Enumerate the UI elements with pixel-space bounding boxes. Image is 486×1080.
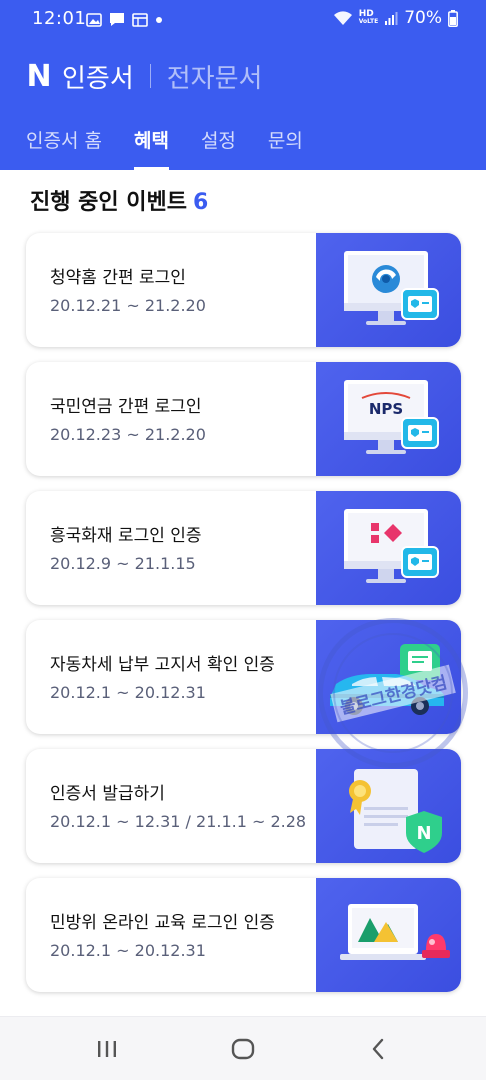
- tab-inquiry[interactable]: 문의: [268, 126, 303, 170]
- event-thumbnail: [316, 233, 461, 347]
- events-content: 진행 중인 이벤트 6 청약홈 간편 로그인 20.12.21 ~ 21.2.20: [0, 170, 486, 1026]
- app-title[interactable]: 인증서: [62, 58, 134, 95]
- naver-n-glyph: N: [416, 823, 431, 844]
- image-notification-icon: [86, 12, 102, 27]
- app-header: N 인증서 전자문서 인증서 홈 혜택 설정 문의: [0, 38, 486, 170]
- car-tax-icon: [330, 644, 444, 715]
- title-divider: [149, 64, 151, 88]
- event-thumbnail: N: [316, 749, 461, 863]
- volte-label: VoLTE: [358, 18, 379, 25]
- monitor-heungkuk-icon: [344, 509, 439, 583]
- back-icon[interactable]: [370, 1038, 386, 1060]
- event-card-text: 흥국화재 로그인 인증 20.12.9 ~ 21.1.15: [50, 521, 312, 573]
- system-icons: HD VoLTE 70%: [333, 8, 458, 28]
- nps-text: NPS: [369, 400, 403, 418]
- tab-bar: 인증서 홈 혜택 설정 문의: [26, 126, 335, 170]
- event-card[interactable]: 청약홈 간편 로그인 20.12.21 ~ 21.2.20: [26, 233, 461, 347]
- signal-icon: [385, 12, 398, 25]
- tab-settings[interactable]: 설정: [201, 126, 236, 170]
- event-card-text: 국민연금 간편 로그인 20.12.23 ~ 21.2.20: [50, 392, 312, 444]
- message-notification-icon: [110, 13, 124, 26]
- event-title: 국민연금 간편 로그인: [50, 397, 202, 417]
- event-thumbnail: [316, 878, 461, 992]
- event-thumbnail: [316, 620, 461, 734]
- event-title: 인증서 발급하기: [50, 784, 165, 804]
- home-icon[interactable]: [231, 1038, 255, 1060]
- monitor-nps-icon: NPS: [344, 380, 439, 454]
- event-title: 민방위 온라인 교육 로그인 인증: [50, 913, 275, 933]
- event-thumbnail: NPS: [316, 362, 461, 476]
- event-thumbnail: [316, 491, 461, 605]
- event-card-text: 인증서 발급하기 20.12.1 ~ 12.31 / 21.1.1 ~ 2.28: [50, 779, 312, 831]
- system-navigation-bar: [0, 1016, 486, 1080]
- event-date: 20.12.1 ~ 20.12.31: [50, 941, 206, 960]
- battery-percent: 70%: [404, 8, 442, 28]
- events-heading-label: 진행 중인 이벤트: [30, 190, 187, 215]
- event-card[interactable]: 인증서 발급하기 20.12.1 ~ 12.31 / 21.1.1 ~ 2.28…: [26, 749, 461, 863]
- event-card-text: 자동차세 납부 고지서 확인 인증 20.12.1 ~ 20.12.31: [50, 650, 312, 702]
- naver-logo[interactable]: N: [24, 59, 54, 94]
- notification-icons: [86, 12, 163, 27]
- wifi-icon: [333, 11, 352, 25]
- recents-icon[interactable]: [96, 1039, 118, 1059]
- e-document-link[interactable]: 전자문서: [167, 58, 263, 95]
- event-date: 20.12.23 ~ 21.2.20: [50, 425, 206, 444]
- events-heading: 진행 중인 이벤트 6: [30, 184, 208, 216]
- events-count: 6: [193, 190, 209, 215]
- monitor-cheongyak-icon: [344, 251, 439, 325]
- certificate-issue-icon: N: [349, 769, 442, 853]
- calendar-notification-icon: [132, 12, 148, 27]
- event-card[interactable]: 민방위 온라인 교육 로그인 인증 20.12.1 ~ 20.12.31: [26, 878, 461, 992]
- battery-icon: [448, 9, 458, 27]
- event-date: 20.12.21 ~ 21.2.20: [50, 296, 206, 315]
- brand-row: N 인증서 전자문서: [24, 56, 262, 96]
- event-card[interactable]: 흥국화재 로그인 인증 20.12.9 ~ 21.1.15: [26, 491, 461, 605]
- event-card-text: 민방위 온라인 교육 로그인 인증 20.12.1 ~ 20.12.31: [50, 908, 312, 960]
- hd-label: HD: [358, 9, 374, 19]
- tab-benefits[interactable]: 혜택: [133, 126, 169, 170]
- event-date: 20.12.1 ~ 20.12.31: [50, 683, 206, 702]
- civil-defense-icon: [340, 904, 450, 960]
- event-card[interactable]: 국민연금 간편 로그인 20.12.23 ~ 21.2.20 NPS: [26, 362, 461, 476]
- event-title: 자동차세 납부 고지서 확인 인증: [50, 655, 275, 675]
- event-card[interactable]: 자동차세 납부 고지서 확인 인증 20.12.1 ~ 20.12.31: [26, 620, 461, 734]
- event-date: 20.12.1 ~ 12.31 / 21.1.1 ~ 2.28: [50, 812, 307, 831]
- more-notifications-icon: [156, 16, 162, 23]
- status-bar: 12:01 HD VoLTE 70%: [0, 0, 486, 38]
- tab-certificate-home[interactable]: 인증서 홈: [26, 126, 102, 170]
- event-title: 흥국화재 로그인 인증: [50, 526, 202, 546]
- event-title: 청약홈 간편 로그인: [50, 268, 186, 288]
- event-card-text: 청약홈 간편 로그인 20.12.21 ~ 21.2.20: [50, 263, 312, 315]
- hd-volte-icon: HD VoLTE: [359, 10, 378, 26]
- status-time: 12:01: [32, 8, 87, 29]
- event-date: 20.12.9 ~ 21.1.15: [50, 554, 196, 573]
